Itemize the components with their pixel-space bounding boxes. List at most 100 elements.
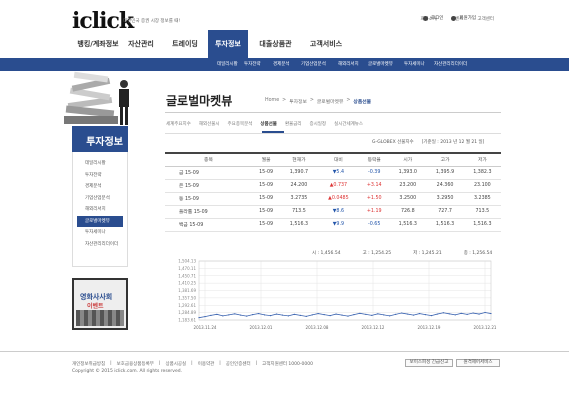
col-header: 등락율 [359, 152, 390, 167]
table-row[interactable]: 금 15-09 15-09 1,390.7 ▼5.4 -0.39 1,393.0 1,395… [165, 166, 501, 180]
data-point [210, 314, 212, 316]
footer-link-cert[interactable]: 공인인증센터 [226, 361, 251, 367]
breadcrumb-sep: > [282, 98, 287, 103]
banner-subtitle: 이벤트 [87, 303, 104, 310]
tab-fx-rates[interactable]: 환율금리 [285, 121, 302, 127]
breadcrumb-global[interactable]: 글로벌마켓뷰 [317, 98, 343, 105]
data-point [347, 315, 349, 317]
event-banner[interactable]: 영화사사회 이벤트 [72, 278, 128, 330]
data-point [442, 312, 444, 314]
data-point [395, 313, 397, 315]
y-tick-label: 1,470.11 [178, 266, 196, 271]
data-point [466, 313, 468, 315]
chart-legend: 시 : 1,456.54 고 : 1,254.25 저 : 1,245.21 종… [312, 250, 492, 256]
footer-sep: | [110, 361, 112, 366]
y-tick-label: 1,183.61 [178, 318, 196, 323]
breadcrumb-sep: > [346, 98, 351, 103]
table-row[interactable]: 플라튬 15-09 15-09 713.5 ▼8.6 +1.19 726.8 727.7 71… [165, 205, 501, 219]
footer-link-terms[interactable]: 이용약관 [198, 361, 215, 367]
data-point [341, 314, 343, 316]
y-tick-label: 1,381.69 [178, 288, 196, 293]
cell-low: 1,382.3 [463, 166, 501, 180]
table-date: [기준일 : 2013 년 12 월 21 일] [421, 140, 485, 145]
login-link[interactable]: 로그인 [423, 15, 443, 21]
footer-link-products[interactable]: 보호금융상품등록부 [117, 361, 154, 367]
footer-sep: | [255, 361, 258, 366]
col-header: 저가 [463, 152, 501, 167]
y-tick-label: 1,284.89 [178, 310, 196, 315]
divider [165, 133, 501, 134]
cell-low: 3.2385 [463, 192, 501, 206]
side-item-corp[interactable]: 기업산업분석 [73, 193, 127, 205]
tab-overseas-futures[interactable]: 해외선물시 [199, 121, 220, 127]
subnav-leader[interactable]: 자산관리리더이더 [434, 58, 467, 71]
top-link-support[interactable]: 고객센터 [477, 16, 494, 22]
cell-rate: +1.19 [359, 205, 390, 219]
data-point [293, 313, 295, 315]
side-title: 투자정보 [72, 126, 128, 152]
nav-investment[interactable]: 투자정보 [208, 30, 248, 58]
price-line-chart: 1,504.13 1,470.11 1,450.71 1,410.25 1,381.69… [178, 259, 497, 331]
cell-month: 15-09 [251, 218, 281, 232]
breadcrumb-home[interactable]: Home [265, 98, 279, 105]
data-point [275, 313, 278, 315]
side-item-overseas[interactable]: 해외리서치 [73, 204, 127, 216]
cell-rate: -0.65 [359, 218, 390, 232]
table-header-row: 종목 월물 현재가 대비 등락율 시가 고가 저가 [165, 152, 501, 167]
table-row[interactable]: 백금 15-09 15-09 1,516.3 ▼9.9 -0.65 1,516.3 1,51… [165, 218, 501, 232]
data-point [240, 314, 242, 316]
slogan: 대한민국 증권 시장 정보를 때! [123, 19, 181, 24]
side-item-seminar[interactable]: 투자세미나 [73, 227, 127, 239]
nav-banking[interactable]: 뱅킹/계좌정보 [72, 30, 124, 58]
remote-support-button[interactable]: 원격제어서비스 [456, 359, 500, 367]
nav-loan[interactable]: 대출상품관 [253, 30, 298, 58]
side-item-economy[interactable]: 경제분석 [73, 181, 127, 193]
data-point [252, 313, 254, 316]
data-point [198, 317, 200, 319]
phishing-report-button[interactable]: 보이스피싱 긴급신고 [405, 359, 453, 367]
cell-open: 23.200 [389, 179, 427, 193]
tab-commodity-futures[interactable]: 상품선물 [260, 121, 277, 127]
tab-stock-analysis[interactable]: 주요종목분석 [228, 121, 253, 127]
content-tabs: 세계주요지수 해외선물시 주요종목분석 상품선물 환율금리 증시일정 실시간세계… [166, 121, 363, 127]
cell-high: 1,516.3 [426, 218, 464, 232]
cell-name: 플라튬 15-09 [165, 205, 252, 219]
footer-link-privacy[interactable]: 개인정보취급방침 [72, 361, 105, 367]
signup-link[interactable]: 회원가입 [451, 15, 476, 21]
cell-price: 1,516.3 [280, 218, 318, 232]
subnav-global[interactable]: 글로벌마켓뷰 [368, 58, 393, 71]
side-item-leader[interactable]: 자산관리리더이더 [73, 239, 127, 251]
cell-change: ▲0.737 [317, 179, 360, 193]
tab-world-news[interactable]: 실시간세계뉴스 [334, 121, 363, 127]
side-item-strategy[interactable]: 투자전략 [73, 170, 127, 182]
subnav-economy[interactable]: 경제분석 [273, 58, 290, 71]
nav-service[interactable]: 고객서비스 [302, 30, 350, 58]
side-item-daily[interactable]: 데일리시황 [73, 158, 127, 170]
cell-name: 동 15-09 [165, 192, 252, 206]
data-point [287, 315, 289, 317]
subnav-strategy[interactable]: 투자전략 [244, 58, 261, 71]
side-item-global[interactable]: 글로벌마켓뷰 [77, 215, 123, 227]
subnav-daily[interactable]: 데일리시황 [217, 58, 238, 71]
nav-trading[interactable]: 트레이딩 [165, 30, 205, 58]
data-point [389, 315, 391, 317]
table-row[interactable]: 동 15-09 15-09 3.2735 ▲0.0485 +1.50 3.2500 3.29… [165, 192, 501, 206]
footer-link-support[interactable]: 고객지원센터 1000-0000 [262, 361, 313, 367]
cell-high: 727.7 [426, 205, 464, 219]
table-row[interactable]: 은 15-09 15-09 24.200 ▲0.737 +3.14 23.200 24.36… [165, 179, 501, 193]
subnav-corp[interactable]: 기업산업분석 [301, 58, 326, 71]
footer-link-room[interactable]: 상품시공실 [165, 361, 186, 367]
subnav-seminar[interactable]: 투자세미나 [404, 58, 425, 71]
tab-market-schedule[interactable]: 증시일정 [310, 121, 327, 127]
tab-world-index[interactable]: 세계주요지수 [166, 121, 191, 127]
data-point [365, 313, 367, 315]
subnav-overseas[interactable]: 해외리서치 [338, 58, 359, 71]
y-tick-label: 1,357.50 [178, 295, 196, 300]
col-header: 종목 [165, 152, 252, 167]
nav-asset[interactable]: 자산관리 [124, 30, 158, 58]
data-point [490, 312, 492, 315]
breadcrumb: Home > 투자정보 > 글로벌마켓뷰 > 상품선물 [265, 98, 371, 105]
legend-open: 시 : 1,456.54 [312, 251, 341, 256]
col-header: 시가 [389, 152, 427, 167]
breadcrumb-invest[interactable]: 투자정보 [289, 98, 307, 105]
